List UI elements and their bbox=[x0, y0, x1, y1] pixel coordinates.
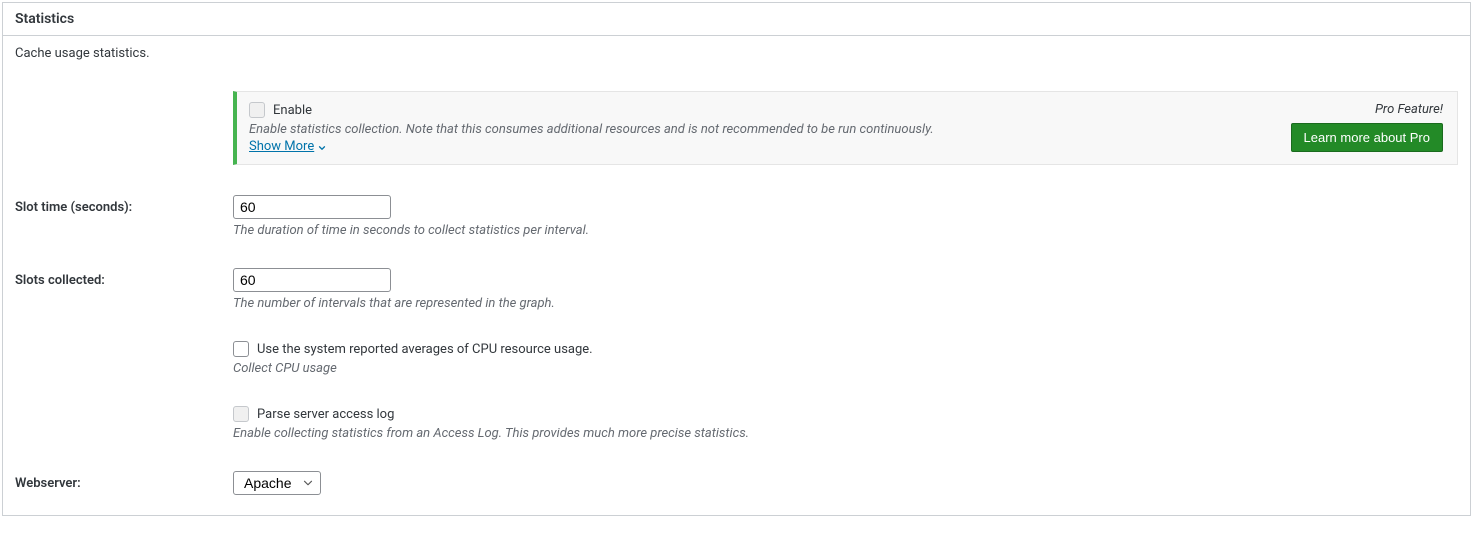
enable-checkbox[interactable] bbox=[249, 102, 265, 118]
webserver-label: Webserver: bbox=[15, 471, 233, 491]
chevron-down-icon bbox=[317, 142, 327, 152]
access-log-row: Parse server access log Enable collectin… bbox=[15, 406, 1458, 441]
enable-checkbox-row: Enable bbox=[249, 102, 1291, 118]
statistics-panel: Statistics Cache usage statistics. Enabl… bbox=[2, 2, 1471, 516]
panel-body: Cache usage statistics. Enable Enable st… bbox=[3, 36, 1470, 515]
access-log-description: Enable collecting statistics from an Acc… bbox=[233, 426, 1458, 441]
webserver-content: Apache bbox=[233, 471, 1458, 495]
slots-collected-label: Slots collected: bbox=[15, 268, 233, 288]
pro-notice: Enable Enable statistics collection. Not… bbox=[233, 91, 1458, 165]
show-more-text: Show More bbox=[249, 139, 314, 154]
cpu-usage-checkbox-label: Use the system reported averages of CPU … bbox=[257, 342, 593, 357]
cpu-usage-checkbox-row: Use the system reported averages of CPU … bbox=[233, 341, 1458, 357]
pro-notice-left: Enable Enable statistics collection. Not… bbox=[249, 102, 1291, 154]
pro-notice-right: Pro Feature! Learn more about Pro bbox=[1291, 102, 1443, 152]
cpu-usage-description: Collect CPU usage bbox=[233, 361, 1458, 376]
slot-time-description: The duration of time in seconds to colle… bbox=[233, 223, 1458, 238]
slots-collected-content: The number of intervals that are represe… bbox=[233, 268, 1458, 311]
slot-time-row: Slot time (seconds): The duration of tim… bbox=[15, 195, 1458, 238]
access-log-empty-label bbox=[15, 406, 233, 411]
enable-label: Enable bbox=[273, 103, 312, 118]
slot-time-content: The duration of time in seconds to colle… bbox=[233, 195, 1458, 238]
access-log-content: Parse server access log Enable collectin… bbox=[233, 406, 1458, 441]
webserver-row: Webserver: Apache bbox=[15, 471, 1458, 495]
cpu-usage-checkbox[interactable] bbox=[233, 341, 249, 357]
slots-collected-description: The number of intervals that are represe… bbox=[233, 296, 1458, 311]
slots-collected-input[interactable] bbox=[233, 268, 391, 292]
access-log-checkbox-row: Parse server access log bbox=[233, 406, 1458, 422]
learn-more-pro-button[interactable]: Learn more about Pro bbox=[1291, 123, 1443, 152]
cpu-usage-row: Use the system reported averages of CPU … bbox=[15, 341, 1458, 376]
show-more-link[interactable]: Show More bbox=[249, 139, 327, 154]
cpu-usage-empty-label bbox=[15, 341, 233, 346]
webserver-select[interactable]: Apache bbox=[233, 471, 321, 495]
enable-description: Enable statistics collection. Note that … bbox=[249, 122, 1291, 137]
access-log-checkbox-label: Parse server access log bbox=[257, 407, 394, 422]
slot-time-input[interactable] bbox=[233, 195, 391, 219]
pro-feature-text: Pro Feature! bbox=[1291, 102, 1443, 117]
access-log-checkbox[interactable] bbox=[233, 406, 249, 422]
panel-intro: Cache usage statistics. bbox=[15, 46, 1458, 61]
slots-collected-row: Slots collected: The number of intervals… bbox=[15, 268, 1458, 311]
cpu-usage-content: Use the system reported averages of CPU … bbox=[233, 341, 1458, 376]
slot-time-label: Slot time (seconds): bbox=[15, 195, 233, 215]
panel-title: Statistics bbox=[3, 3, 1470, 36]
